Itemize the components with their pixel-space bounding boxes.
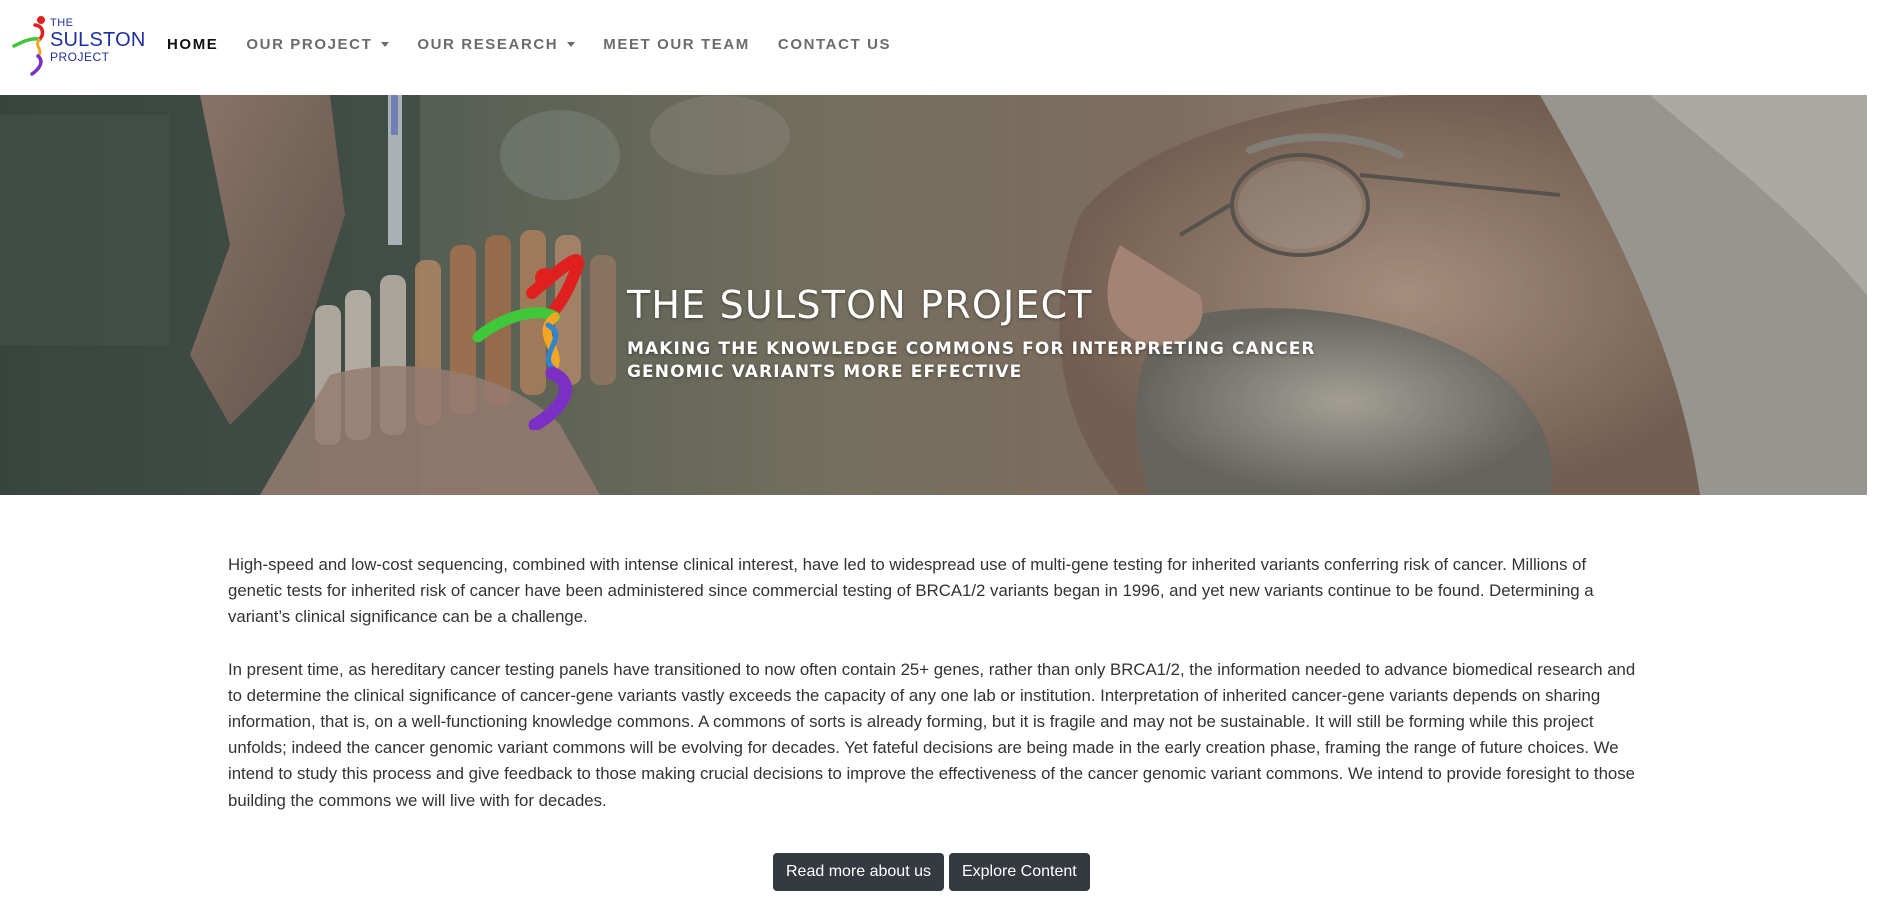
nav-our-research-dropdown[interactable]: OUR RESEARCH xyxy=(417,36,576,53)
nav-home-label: HOME xyxy=(167,36,219,53)
logo-text: THE SULSTON PROJECT xyxy=(50,17,146,64)
nav-our-research-label: OUR RESEARCH xyxy=(417,36,559,53)
explore-content-button[interactable]: Explore Content xyxy=(948,853,1090,891)
nav-meet-our-team[interactable]: MEET OUR TEAM xyxy=(603,36,750,53)
dna-figure-icon xyxy=(12,16,45,76)
nav-contact-us-label: CONTACT US xyxy=(777,36,892,53)
caret-down-icon xyxy=(567,42,576,47)
hero-banner: THE SULSTON PROJECT MAKING THE KNOWLEDGE… xyxy=(0,95,1867,495)
navbar: THE SULSTON PROJECT HOME OUR PROJECT OUR… xyxy=(0,0,1883,95)
dna-figure-emblem-icon xyxy=(472,254,585,430)
read-more-button[interactable]: Read more about us xyxy=(773,853,944,891)
intro-paragraph: High-speed and low-cost sequencing, comb… xyxy=(228,555,1594,627)
nav-our-project-dropdown[interactable]: OUR PROJECT xyxy=(246,36,390,53)
nav-home[interactable]: HOME xyxy=(167,36,218,53)
cta-button-row: Read more about us Explore Content xyxy=(773,853,1095,891)
nav-meet-our-team-label: MEET OUR TEAM xyxy=(603,36,750,53)
logo-line-the: THE xyxy=(50,17,74,29)
logo-line-sulston: SULSTON xyxy=(50,29,146,51)
hero-title: THE SULSTON PROJECT xyxy=(627,283,1093,327)
nav-contact-us[interactable]: CONTACT US xyxy=(778,36,891,53)
site-logo[interactable]: THE SULSTON PROJECT xyxy=(12,12,145,80)
main-nav: HOME OUR PROJECT OUR RESEARCH MEET OUR T… xyxy=(167,36,919,53)
intro-content: High-speed and low-cost sequencing, comb… xyxy=(228,552,1638,840)
nav-our-project-label: OUR PROJECT xyxy=(246,36,373,53)
hero-subtitle: MAKING THE KNOWLEDGE COMMONS FOR INTERPR… xyxy=(627,339,1316,382)
logo-line-project: PROJECT xyxy=(50,50,110,64)
caret-down-icon xyxy=(381,42,390,47)
intro-paragraph: In present time, as hereditary cancer te… xyxy=(228,659,1636,810)
